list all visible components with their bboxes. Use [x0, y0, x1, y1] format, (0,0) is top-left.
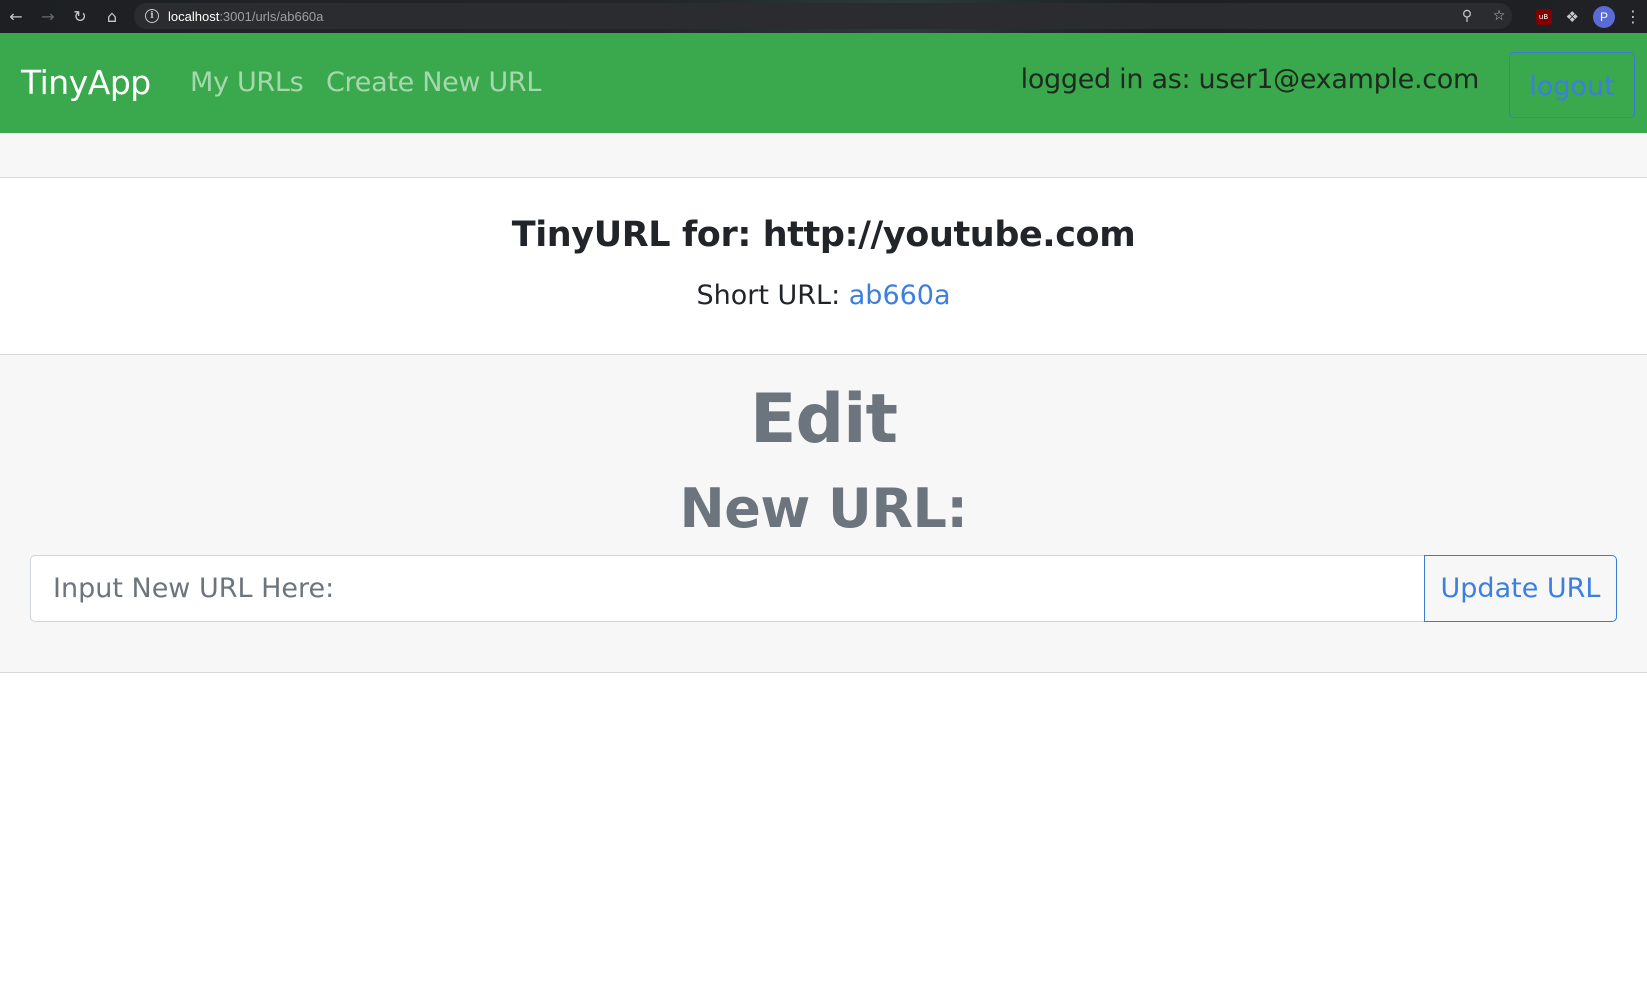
- edit-heading: Edit: [750, 380, 898, 459]
- logout-button[interactable]: logout: [1509, 52, 1635, 118]
- brand-logo[interactable]: TinyApp: [21, 63, 151, 102]
- back-arrow-icon[interactable]: ←: [0, 0, 32, 33]
- short-url-label: Short URL:: [696, 280, 849, 311]
- spacer-strip: [0, 133, 1647, 178]
- address-bar-url[interactable]: localhost:3001/urls/ab660a: [168, 9, 323, 24]
- nav-link-my-urls[interactable]: My URLs: [190, 67, 304, 98]
- browser-toolbar: ← → ↻ ⌂ i localhost:3001/urls/ab660a ⚲ ☆…: [0, 0, 1647, 33]
- zoom-icon[interactable]: ⚲: [1458, 8, 1476, 24]
- site-info-icon[interactable]: i: [145, 9, 159, 23]
- reload-icon[interactable]: ↻: [64, 0, 96, 33]
- bookmark-star-icon[interactable]: ☆: [1490, 8, 1508, 24]
- forward-arrow-icon[interactable]: →: [32, 0, 64, 33]
- url-info-card: TinyURL for: http://youtube.com Short UR…: [0, 178, 1647, 355]
- ublock-extension-icon[interactable]: uB: [1535, 8, 1552, 25]
- tinyurl-title: TinyURL for: http://youtube.com: [511, 215, 1136, 255]
- short-url-link[interactable]: ab660a: [849, 280, 951, 311]
- new-url-input[interactable]: [30, 555, 1424, 622]
- edit-section: Edit New URL: Update URL: [0, 355, 1647, 673]
- new-url-heading: New URL:: [679, 477, 968, 540]
- home-icon[interactable]: ⌂: [96, 0, 128, 33]
- nav-link-create-new-url[interactable]: Create New URL: [326, 67, 541, 98]
- short-url-line: Short URL: ab660a: [0, 280, 1647, 311]
- update-url-button[interactable]: Update URL: [1424, 555, 1617, 622]
- app-navbar: TinyApp My URLs Create New URL logged in…: [0, 33, 1647, 133]
- address-bar[interactable]: i localhost:3001/urls/ab660a ⚲ ☆: [134, 3, 1512, 29]
- extensions-puzzle-icon[interactable]: ❖: [1566, 8, 1579, 26]
- browser-menu-icon[interactable]: ⋮: [1625, 7, 1641, 26]
- profile-avatar[interactable]: P: [1593, 5, 1615, 28]
- logged-in-status: logged in as: user1@example.com: [1020, 64, 1480, 95]
